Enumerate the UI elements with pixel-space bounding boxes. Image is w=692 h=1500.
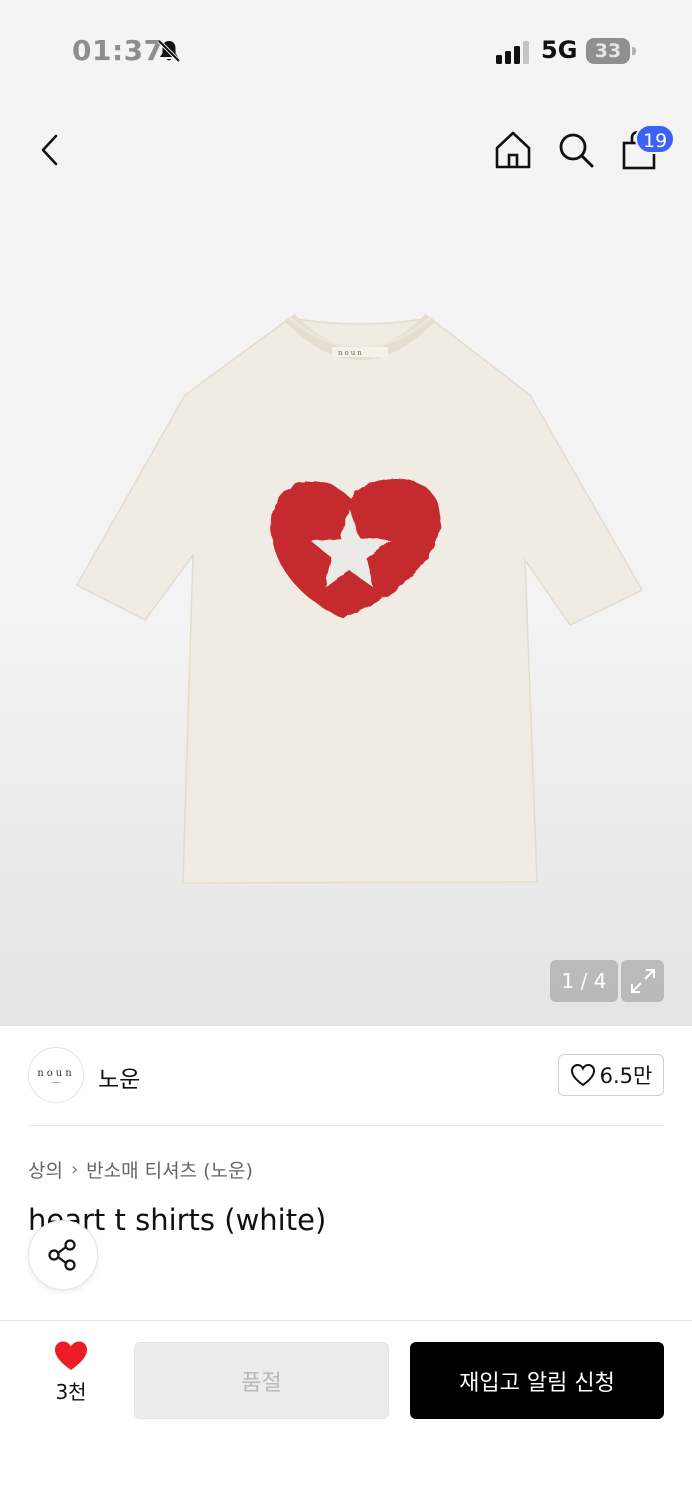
signal-icon — [496, 41, 529, 64]
soldout-button: 품절 — [134, 1342, 389, 1419]
brand-logo[interactable]: noun — [28, 1047, 84, 1103]
back-chevron-icon — [41, 134, 58, 166]
status-bar: 01:37 5G 33 — [0, 0, 692, 100]
brand-like-count: 6.5만 — [599, 1064, 653, 1088]
search-icon — [559, 133, 594, 168]
chevron-right-icon: › — [70, 1159, 79, 1180]
brand-like-button[interactable]: 6.5만 — [558, 1054, 664, 1096]
expand-icon — [630, 969, 655, 993]
breadcrumb-item-category[interactable]: 상의 — [28, 1156, 63, 1183]
svg-text:noun: noun — [338, 349, 364, 357]
brand-name[interactable]: 노운 — [98, 1060, 140, 1094]
brand-logo-underline — [52, 1081, 60, 1083]
wishlist-count: 3천 — [55, 1380, 87, 1404]
gallery-page-indicator: 1 / 4 — [550, 960, 618, 1002]
home-icon — [495, 131, 531, 169]
search-button[interactable] — [553, 126, 599, 174]
product-image: noun — [75, 313, 644, 884]
battery-nub — [632, 47, 636, 55]
status-time: 01:37 — [72, 34, 164, 67]
heart-filled-icon — [55, 1341, 87, 1370]
breadcrumb: 상의 › 반소매 티셔츠 (노운) — [28, 1156, 253, 1183]
home-button[interactable] — [490, 126, 536, 174]
tshirt-neck-label: noun — [332, 347, 388, 357]
battery-icon: 33 — [586, 38, 630, 64]
heart-outline-icon — [570, 1063, 595, 1087]
share-icon — [48, 1239, 76, 1271]
network-type: 5G — [541, 36, 578, 64]
breadcrumb-item-subcategory[interactable]: 반소매 티셔츠 (노운) — [86, 1156, 253, 1183]
bell-slash-icon — [157, 39, 181, 63]
wishlist-button[interactable]: 3천 — [36, 1340, 106, 1420]
battery-level: 33 — [594, 40, 622, 62]
product-image-gallery[interactable]: 01:37 5G 33 19 noun 1 / 4 — [0, 0, 692, 1026]
cart-count-badge: 19 — [635, 124, 676, 154]
fullscreen-button[interactable] — [621, 960, 664, 1002]
divider — [28, 1125, 664, 1126]
back-button[interactable] — [26, 126, 74, 174]
brand-logo-text: noun — [37, 1067, 75, 1079]
restock-alert-button[interactable]: 재입고 알림 신청 — [410, 1342, 664, 1419]
share-button[interactable] — [28, 1220, 98, 1290]
